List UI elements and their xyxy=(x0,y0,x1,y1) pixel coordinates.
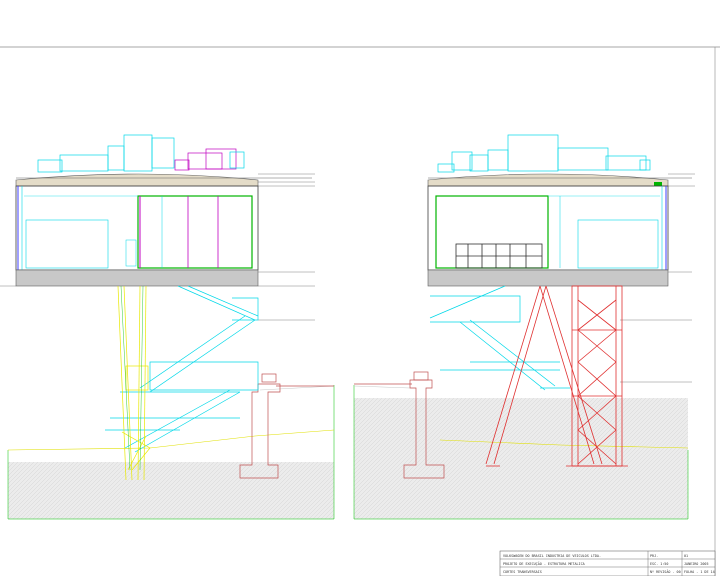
floor-slab-left xyxy=(15,269,315,321)
ground-hatch-left xyxy=(8,462,334,519)
title-block: VOLKSWAGEN DO BRASIL INDUSTRIA DE VEICUL… xyxy=(499,550,716,576)
roof-equipment-left xyxy=(37,134,245,173)
title-block-row-1: VOLKSWAGEN DO BRASIL INDUSTRIA DE VEICUL… xyxy=(503,554,601,558)
title-block-label-1: PRJ. xyxy=(650,554,658,558)
title-block-value-2: JANEIRO 2005 xyxy=(684,562,709,566)
roof-slab-right xyxy=(427,173,695,187)
ground-hatch-right xyxy=(354,398,688,519)
column-yellow-left xyxy=(117,285,151,481)
title-block-value-3: FOLHA - 1 DE 14 xyxy=(684,570,715,574)
title-block-row-2: PROJETO DE EXECUÇÃO - ESTRUTURA METALICA xyxy=(503,561,585,566)
building-body-left xyxy=(15,185,259,271)
floor-slab-right xyxy=(427,269,692,383)
section-right xyxy=(353,134,695,520)
building-body-right xyxy=(427,185,669,271)
roof-equipment-right xyxy=(437,134,651,173)
cad-drawing-sheet: VOLKSWAGEN DO BRASIL INDUSTRIA DE VEICUL… xyxy=(0,46,720,576)
seating-grid-right xyxy=(455,243,543,269)
title-block-row-3: CORTES TRANSVERSAIS xyxy=(503,570,542,574)
title-block-label-2: ESC. 1:50 xyxy=(650,562,668,566)
roof-slab-left xyxy=(15,173,315,187)
title-block-label-3: Nº REVISÃO - 00 xyxy=(650,569,681,574)
staircase-right xyxy=(429,285,570,391)
section-left xyxy=(0,134,335,520)
title-block-value-1: 01 xyxy=(684,554,688,558)
